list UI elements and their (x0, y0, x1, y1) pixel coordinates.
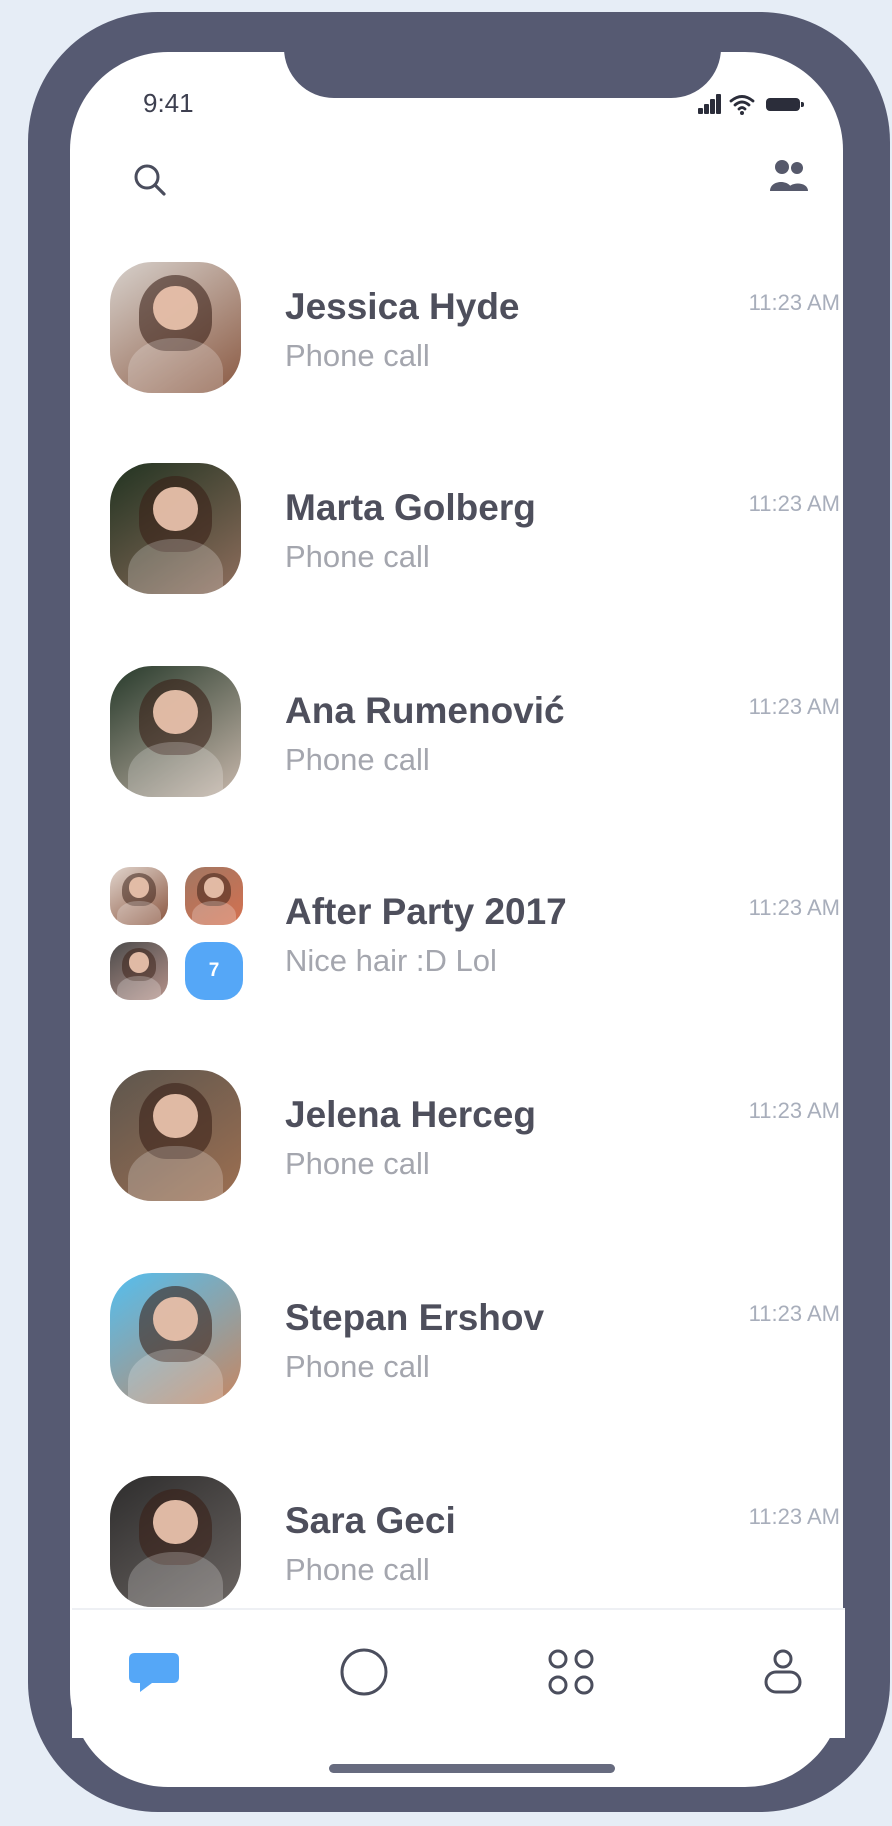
avatar (110, 262, 241, 393)
notch (284, 12, 721, 98)
group-member-avatar (110, 867, 168, 925)
chat-preview: Nice hair :D Lol (285, 943, 497, 978)
chat-row[interactable]: Jelena Herceg Phone call 11:23 AM (110, 1070, 840, 1220)
search-button[interactable] (130, 160, 170, 200)
avatar-photo (110, 666, 241, 797)
avatar-photo (110, 1070, 241, 1201)
group-count-badge: 7 (185, 942, 243, 1000)
apps-icon (548, 1649, 594, 1695)
circle-icon (340, 1648, 388, 1696)
chat-time: 11:23 AM (748, 1504, 840, 1529)
chat-name: Jessica Hyde (285, 286, 520, 327)
signal-icon (698, 94, 721, 114)
chat-time: 11:23 AM (748, 290, 840, 315)
chat-name: Stepan Ershov (285, 1297, 545, 1338)
chat-name: Jelena Herceg (285, 1094, 536, 1135)
chat-name: Marta Golberg (285, 487, 536, 528)
status-icons (698, 92, 838, 120)
avatar-photo (110, 1476, 241, 1607)
avatar-photo (110, 463, 241, 594)
contacts-icon (770, 160, 808, 191)
bottom-navigation (72, 1608, 845, 1738)
wifi-icon (729, 95, 755, 115)
chat-time: 11:23 AM (748, 1098, 840, 1123)
chat-row[interactable]: Jessica Hyde Phone call 11:23 AM (110, 262, 840, 412)
nav-circle[interactable] (334, 1642, 394, 1702)
group-member-avatar (110, 942, 168, 1000)
chat-name: Sara Geci (285, 1500, 456, 1541)
nav-chats[interactable] (124, 1642, 184, 1702)
home-indicator (329, 1764, 615, 1773)
chat-row[interactable]: Sara Geci Phone call 11:23 AM (110, 1476, 840, 1626)
group-avatar: 7 (110, 867, 243, 1000)
chat-name: After Party 2017 (285, 891, 567, 932)
chat-icon (129, 1653, 179, 1692)
chat-time: 11:23 AM (748, 895, 840, 920)
chat-preview: Phone call (285, 1146, 430, 1181)
avatar (110, 1070, 241, 1201)
chat-row[interactable]: Stepan Ershov Phone call 11:23 AM (110, 1273, 840, 1423)
battery-icon (766, 98, 804, 111)
avatar (110, 1476, 241, 1607)
avatar (110, 1273, 241, 1404)
chat-row[interactable]: Ana Rumenović Phone call 11:23 AM (110, 666, 840, 816)
chat-preview: Phone call (285, 539, 430, 574)
nav-profile[interactable] (753, 1642, 813, 1702)
group-avatar-grid: 7 (110, 867, 243, 1000)
avatar (110, 463, 241, 594)
chat-row[interactable]: 7 After Party 2017 Nice hair :D Lol 11:23 A… (110, 867, 840, 1017)
search-icon (134, 164, 166, 196)
chat-preview: Phone call (285, 1552, 430, 1587)
avatar (110, 666, 241, 797)
contacts-button[interactable] (764, 155, 814, 199)
status-time: 9:41 (143, 88, 194, 118)
chat-row[interactable]: Marta Golberg Phone call 11:23 AM (110, 463, 840, 613)
chat-name: Ana Rumenović (285, 690, 565, 731)
chat-time: 11:23 AM (748, 1301, 840, 1326)
chat-time: 11:23 AM (748, 491, 840, 516)
chat-preview: Phone call (285, 338, 430, 373)
group-member-avatar (185, 867, 243, 925)
chat-preview: Phone call (285, 742, 430, 777)
profile-icon (764, 1649, 802, 1694)
chat-time: 11:23 AM (748, 694, 840, 719)
chat-preview: Phone call (285, 1349, 430, 1384)
avatar-photo (110, 262, 241, 393)
nav-apps[interactable] (541, 1642, 601, 1702)
avatar-photo (110, 1273, 241, 1404)
